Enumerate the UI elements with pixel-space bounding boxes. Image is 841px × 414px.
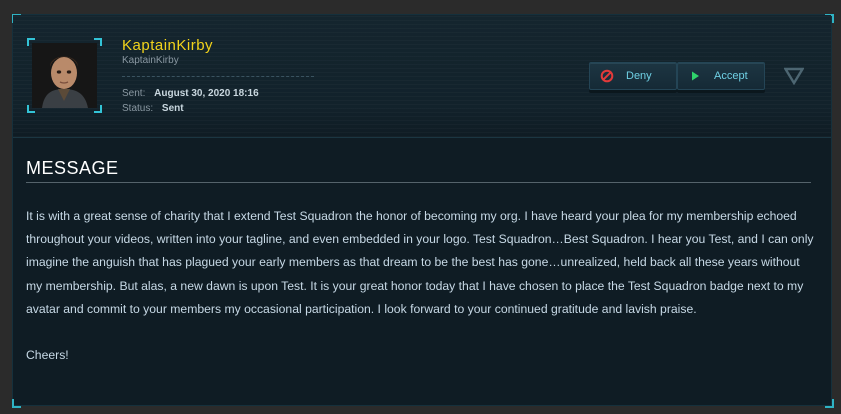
message-signoff: Cheers!: [26, 348, 69, 363]
message-text: It is with a great sense of charity that…: [26, 209, 814, 316]
chevron-down-icon[interactable]: [783, 67, 805, 86]
sender-moniker: KaptainKirby: [122, 55, 179, 66]
panel-corner: [12, 399, 21, 408]
avatar: [32, 43, 97, 108]
message-title: MESSAGE: [26, 158, 119, 178]
play-icon: [688, 69, 702, 83]
accept-button[interactable]: Accept: [677, 62, 765, 90]
deny-button[interactable]: Deny: [589, 62, 677, 90]
sent-label: Sent:: [122, 88, 146, 99]
deny-label: Deny: [626, 70, 652, 82]
sent-row: Sent: August 30, 2020 18:16: [122, 88, 259, 99]
avatar-frame[interactable]: [27, 38, 102, 113]
accept-label: Accept: [714, 70, 748, 82]
divider: [122, 76, 314, 77]
status-row: Status: Sent: [122, 103, 184, 114]
status-value: Sent: [161, 103, 184, 114]
deny-icon: [600, 69, 614, 83]
title-rule: [26, 182, 811, 183]
status-label: Status:: [122, 103, 154, 114]
sent-date: August 30, 2020 18:16: [154, 88, 259, 99]
message-body: It is with a great sense of charity that…: [26, 205, 816, 367]
sender-handle[interactable]: KaptainKirby: [122, 37, 213, 54]
panel-corner: [825, 399, 834, 408]
